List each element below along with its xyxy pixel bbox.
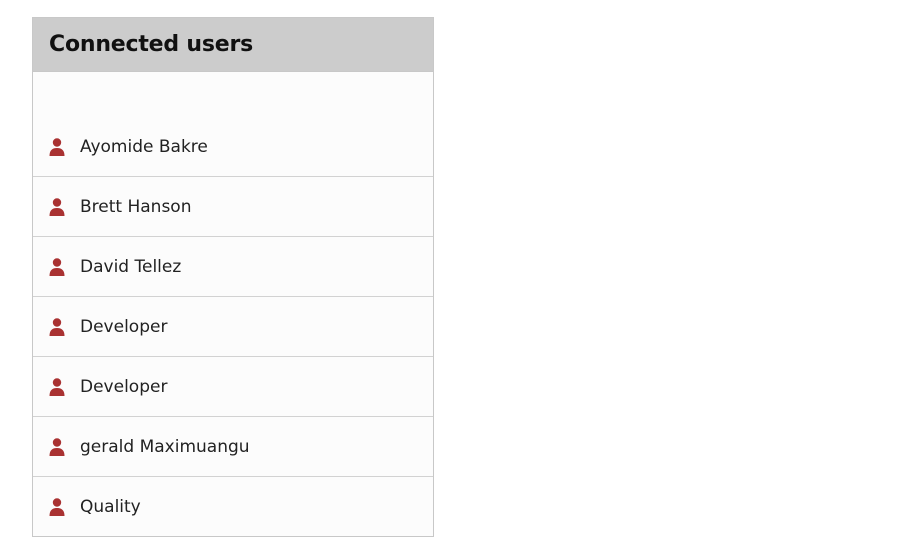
- user-icon: [49, 497, 65, 516]
- panel-header: Connected users: [33, 18, 433, 72]
- user-icon: [49, 257, 65, 276]
- user-icon: [49, 437, 65, 456]
- user-icon: [49, 377, 65, 396]
- user-name: Ayomide Bakre: [80, 136, 208, 157]
- user-list-item[interactable]: Developer: [33, 357, 433, 417]
- list-top-spacer: [33, 72, 433, 117]
- user-list-item[interactable]: David Tellez: [33, 237, 433, 297]
- user-name: David Tellez: [80, 256, 182, 277]
- user-list-item[interactable]: Ayomide Bakre: [33, 117, 433, 177]
- user-icon: [49, 317, 65, 336]
- user-name: gerald Maximuangu: [80, 436, 250, 457]
- user-list-item[interactable]: Brett Hanson: [33, 177, 433, 237]
- user-list-item[interactable]: Developer: [33, 297, 433, 357]
- user-list-item[interactable]: gerald Maximuangu: [33, 417, 433, 477]
- user-list: Ayomide Bakre Brett Hanson David Tellez Dev…: [33, 117, 433, 536]
- user-name: Brett Hanson: [80, 196, 192, 217]
- user-name: Developer: [80, 376, 168, 397]
- connected-users-panel: Connected users Ayomide Bakre Brett Hanso…: [32, 17, 434, 537]
- user-name: Developer: [80, 316, 168, 337]
- panel-title: Connected users: [49, 32, 254, 57]
- user-name: Quality: [80, 496, 141, 517]
- user-icon: [49, 197, 65, 216]
- user-icon: [49, 137, 65, 156]
- user-list-item[interactable]: Quality: [33, 477, 433, 536]
